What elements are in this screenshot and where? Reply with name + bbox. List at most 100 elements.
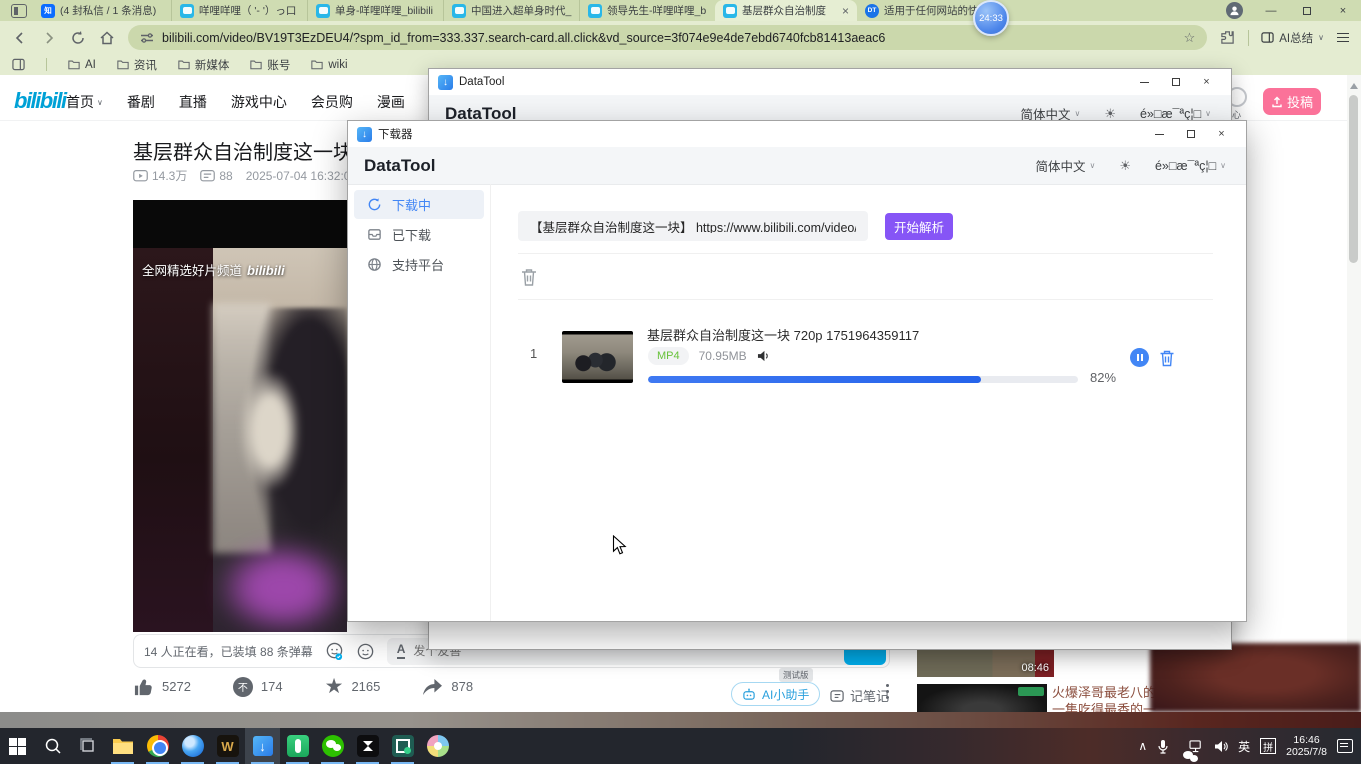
taskbar-office-app[interactable]: W xyxy=(210,728,245,764)
post-video-button[interactable]: 投稿 xyxy=(1263,88,1321,115)
browser-tab[interactable]: 中国进入超单身时代_ xyxy=(443,0,579,21)
browser-tab[interactable]: 单身-咩哩咩哩_bilibili xyxy=(307,0,443,21)
clear-list-trash-icon[interactable] xyxy=(520,267,538,287)
bookmark-item-ai[interactable]: AI xyxy=(68,59,96,71)
maximize-button[interactable] xyxy=(1160,71,1191,93)
taskbar-datatool-active[interactable]: ↓ xyxy=(245,728,280,764)
floating-timer-bubble[interactable]: 24:33 xyxy=(973,0,1009,36)
browser-close-button[interactable]: × xyxy=(1325,0,1361,21)
account-menu[interactable]: é»□æ¯ªç¦□∨ xyxy=(1140,107,1211,121)
taskbar-media-player[interactable] xyxy=(175,728,210,764)
bookmark-item-news[interactable]: 资讯 xyxy=(117,57,157,73)
favorite-button[interactable]: ★ 2165 xyxy=(325,676,381,697)
taskbar-screenshot-tool[interactable] xyxy=(385,728,420,764)
scroll-up-icon[interactable] xyxy=(1350,83,1358,89)
tab-close-icon[interactable]: × xyxy=(842,5,849,17)
bookmark-star-icon[interactable]: ☆ xyxy=(1184,30,1196,46)
theme-toggle-icon[interactable]: ☀ xyxy=(1119,158,1131,174)
parse-button[interactable]: 开始解析 xyxy=(885,213,953,240)
minimize-button[interactable] xyxy=(1144,123,1175,145)
sidebar-item-downloaded[interactable]: 已下载 xyxy=(354,220,484,249)
nav-live[interactable]: 直播 xyxy=(179,92,207,112)
refresh-icon[interactable] xyxy=(70,30,86,46)
forward-icon[interactable] xyxy=(41,30,57,46)
browser-tab[interactable]: DT 适用于任何网站的快 xyxy=(857,0,985,21)
taskbar-file-explorer[interactable] xyxy=(105,728,140,764)
close-button[interactable]: × xyxy=(1191,71,1222,93)
video-player[interactable]: 全网精选好片频道bilibili xyxy=(133,200,347,632)
tab-label: 单身-咩哩咩哩_bilibili xyxy=(335,3,433,18)
site-info-icon[interactable] xyxy=(140,31,154,45)
ai-assistant-button[interactable]: AI小助手 xyxy=(731,682,820,706)
bookmark-item-wiki[interactable]: wiki xyxy=(311,59,347,71)
sidebar-item-downloading[interactable]: 下载中 xyxy=(354,190,484,219)
browser-tab-active[interactable]: 基层群众自治制度 × xyxy=(715,0,857,21)
home-icon[interactable] xyxy=(99,30,115,46)
extensions-puzzle-icon[interactable] xyxy=(1220,30,1235,45)
more-options-icon[interactable] xyxy=(886,684,889,699)
ai-summary-button[interactable]: AI总结 ∨ xyxy=(1248,30,1324,46)
danmaku-font-icon[interactable]: A xyxy=(397,643,406,658)
danmaku-settings-icon[interactable] xyxy=(356,642,375,661)
url-text[interactable]: bilibili.com/video/BV19T3EzDEU4/?spm_id_… xyxy=(162,31,1176,45)
downloader-titlebar[interactable]: ↓ 下载器 × xyxy=(348,121,1246,147)
like-button[interactable]: 5272 xyxy=(133,677,191,697)
address-bar[interactable]: bilibili.com/video/BV19T3EzDEU4/?spm_id_… xyxy=(128,25,1207,50)
datatool-titlebar[interactable]: ↓ DataTool × xyxy=(429,69,1231,95)
volume-icon[interactable] xyxy=(1214,740,1228,753)
related-video-thumbnail[interactable] xyxy=(917,684,1047,712)
url-input[interactable] xyxy=(518,211,868,241)
page-scrollbar[interactable] xyxy=(1347,75,1361,712)
browser-tab[interactable]: 咩哩咩哩（ '- '）っ口 xyxy=(171,0,307,21)
nav-game-center[interactable]: 游戏中心 xyxy=(231,92,287,112)
tab-search-icon[interactable] xyxy=(11,4,27,18)
delete-download-icon[interactable] xyxy=(1159,349,1175,367)
scrollbar-thumb[interactable] xyxy=(1349,95,1358,263)
notification-center-icon[interactable] xyxy=(1337,739,1353,753)
nav-shop[interactable]: 会员购 xyxy=(311,92,353,112)
browser-menu-icon[interactable] xyxy=(1337,33,1349,43)
pause-button[interactable] xyxy=(1130,348,1149,367)
language-selector[interactable]: 简体中文∨ xyxy=(1035,156,1095,175)
url-input-field[interactable] xyxy=(530,219,856,233)
taskbar-wechat[interactable] xyxy=(315,728,350,764)
coin-button[interactable]: 不 174 xyxy=(233,677,283,697)
note-button[interactable]: 记笔记 xyxy=(830,686,889,705)
minimize-button[interactable] xyxy=(1129,71,1160,93)
taskbar-green-app[interactable] xyxy=(280,728,315,764)
task-view-icon[interactable] xyxy=(70,728,105,764)
microphone-icon[interactable] xyxy=(1157,739,1169,754)
taskbar-clock[interactable]: 16:46 2025/7/8 xyxy=(1286,734,1327,758)
bookmark-item-media[interactable]: 新媒体 xyxy=(178,57,230,73)
taskbar-capcut[interactable] xyxy=(350,728,385,764)
taskbar-utility-app[interactable] xyxy=(420,728,455,764)
nav-bangumi[interactable]: 番剧 xyxy=(127,92,155,112)
nav-manga[interactable]: 漫画 xyxy=(377,92,405,112)
danmaku-display-toggle-icon[interactable] xyxy=(325,642,344,661)
network-icon[interactable] xyxy=(1189,740,1204,753)
chevron-down-icon: ∨ xyxy=(1318,33,1324,42)
related-video-thumbnail[interactable]: 08:46 xyxy=(917,650,1054,677)
related-video-title[interactable]: 火爆泽哥最老八的一集吃得最香的一集 xyxy=(1052,684,1162,712)
close-button[interactable]: × xyxy=(1206,123,1237,145)
nav-home[interactable]: 首页∨ xyxy=(66,92,103,112)
bilibili-logo[interactable]: bilibili xyxy=(14,88,66,114)
browser-tab-zhihu[interactable]: 知 (4 封私信 / 1 条消息) xyxy=(33,0,171,21)
back-icon[interactable] xyxy=(12,30,28,46)
sidebar-item-platforms[interactable]: 支持平台 xyxy=(354,250,484,279)
ime-language[interactable]: 英 xyxy=(1238,738,1250,755)
tray-expand-icon[interactable]: ∧ xyxy=(1138,739,1147,753)
taskbar-chrome[interactable] xyxy=(140,728,175,764)
share-button[interactable]: 878 xyxy=(422,678,473,696)
browser-minimize-button[interactable]: — xyxy=(1253,0,1289,21)
browser-tab[interactable]: 领导先生-咩哩咩哩_b xyxy=(579,0,715,21)
profile-avatar[interactable] xyxy=(1226,2,1243,19)
bookmark-item-account[interactable]: 账号 xyxy=(250,57,290,73)
side-panel-icon[interactable] xyxy=(12,58,25,71)
ime-mode-icon[interactable]: 拼 xyxy=(1260,738,1276,754)
account-menu[interactable]: é»□æ¯ªç¦□∨ xyxy=(1155,159,1226,173)
maximize-button[interactable] xyxy=(1175,123,1206,145)
browser-maximize-button[interactable] xyxy=(1289,0,1325,21)
taskbar-search-icon[interactable] xyxy=(35,728,70,764)
start-button[interactable] xyxy=(0,728,35,764)
